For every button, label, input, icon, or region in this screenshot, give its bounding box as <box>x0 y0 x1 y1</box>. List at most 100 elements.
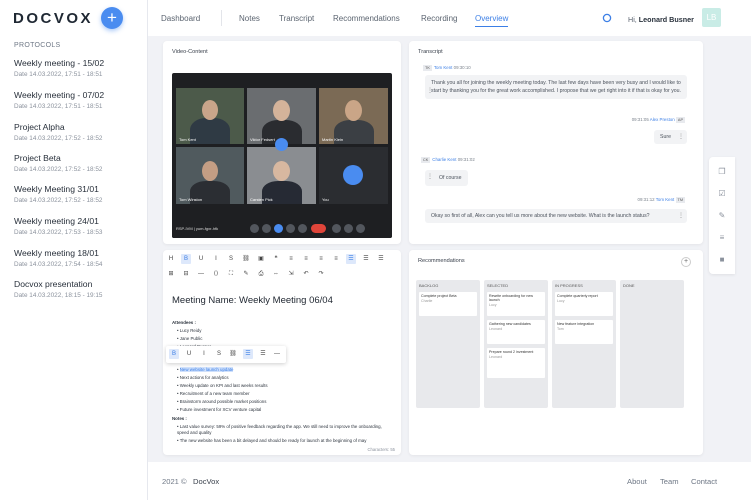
italic-icon[interactable]: I <box>199 349 209 359</box>
protocol-item[interactable]: Weekly Meeting 31/01 Date 14.03.2022, 17:… <box>14 184 102 204</box>
captions-icon[interactable] <box>274 224 283 233</box>
protocol-item[interactable]: Weekly meeting - 07/02 Date 14.03.2022, 1… <box>14 90 104 110</box>
attendee-item: • Jane Public <box>177 336 203 341</box>
redo-icon[interactable]: ↷ <box>316 269 326 279</box>
strikethrough-icon[interactable]: S <box>226 254 236 264</box>
participant-name: Tom Kent <box>179 137 196 142</box>
footer-about-link[interactable]: About <box>627 477 647 486</box>
protocol-item[interactable]: Weekly meeting 18/01 Date 14.03.2022, 17:… <box>14 248 102 268</box>
resize-icon[interactable]: ⇔ <box>271 269 281 279</box>
task-card[interactable]: New feature integration Tom <box>555 320 613 344</box>
numbered-list-icon[interactable]: ☰ <box>258 349 268 359</box>
participant-tile: Tom Kent <box>176 88 244 144</box>
protocol-item[interactable]: Project Alpha Date 14.03.2022, 17:52 - 18… <box>14 122 102 142</box>
pen-icon[interactable]: ✎ <box>241 269 251 279</box>
checkbox-icon[interactable]: ☑ <box>717 189 727 198</box>
copy-icon[interactable]: ❐ <box>717 167 727 176</box>
task-card[interactable]: Gathering new candidates Leonard <box>487 320 545 344</box>
protocol-item[interactable]: Weekly meeting 24/01 Date 14.03.2022, 17:… <box>14 216 102 236</box>
play-icon[interactable] <box>275 138 288 151</box>
agenda-item[interactable]: • New website launch update <box>177 367 234 372</box>
table-settings-icon[interactable]: ⊟ <box>181 269 191 279</box>
code-icon[interactable]: ⟨⟩ <box>211 269 221 279</box>
link-icon[interactable]: ⛓ <box>241 254 251 264</box>
protocol-item[interactable]: Weekly meeting - 15/02 Date 14.03.2022, 1… <box>14 58 104 78</box>
message-menu-icon[interactable]: ⋮ <box>427 173 433 180</box>
task-card[interactable]: Rewrite onboarding for new launch Lucy <box>487 292 545 316</box>
video-icon[interactable]: ■ <box>717 255 727 264</box>
more-icon[interactable] <box>298 224 307 233</box>
participant-tile-self: You <box>319 147 388 204</box>
align-right-icon[interactable]: ≡ <box>316 254 326 264</box>
underline-icon[interactable]: U <box>196 254 206 264</box>
align-center-icon[interactable]: ≡ <box>301 254 311 264</box>
message-menu-icon[interactable]: ⋮ <box>427 87 433 94</box>
image-icon[interactable]: ▣ <box>256 254 266 264</box>
character-count: Characters: 55 <box>367 447 395 452</box>
numbered-list-icon[interactable]: ☰ <box>361 254 371 264</box>
tab-transcript[interactable]: Transcript <box>279 14 314 23</box>
people-icon[interactable] <box>344 224 353 233</box>
video-player[interactable]: Tom Kent Viktor Fedsert Martin Klein Tom… <box>172 73 392 238</box>
heading-icon[interactable]: H <box>166 254 176 264</box>
transcript-card-title: Transcript <box>418 49 443 55</box>
checklist-icon[interactable]: ☰ <box>376 254 386 264</box>
notes-editor-card: H B U I S ⛓ ▣ ❝ ≡ ≡ ≡ ≡ ☰ ☰ ☰ ⊞ ⊟ — ⟨⟩ ⛶… <box>163 250 401 455</box>
search-icon[interactable] <box>602 13 612 23</box>
bold-icon[interactable]: B <box>169 349 179 359</box>
bullet-list-icon[interactable]: ☰ <box>243 349 253 359</box>
add-recommendation-button[interactable]: + <box>681 257 691 267</box>
tab-overview[interactable]: Overview <box>475 14 509 27</box>
attendees-label: Attendees : <box>172 320 196 325</box>
chat-icon[interactable] <box>356 224 365 233</box>
task-card[interactable]: Prepare round 2 investment Leonard <box>487 348 545 378</box>
tab-recommendations[interactable]: Recommendations <box>333 14 400 23</box>
horizontal-rule-icon[interactable]: — <box>196 269 206 279</box>
meeting-name-heading[interactable]: Meeting Name: Weekly Meeting 06/04 <box>172 295 333 306</box>
bold-icon[interactable]: B <box>181 254 191 264</box>
footer-team-link[interactable]: Team <box>660 477 679 486</box>
participant-name: Carsten Pick <box>250 197 273 202</box>
tab-dashboard[interactable]: Dashboard <box>161 14 200 23</box>
task-card[interactable]: Complete project Beta Charlie <box>419 292 477 316</box>
protocol-item[interactable]: Project Beta Date 14.03.2022, 17:52 - 18:… <box>14 153 102 173</box>
footer-brand-link[interactable]: DocVox <box>193 477 219 486</box>
task-card[interactable]: Complete quarterly report Lucy <box>555 292 613 316</box>
recommendations-card: Recommendations + BACKLOG Complete proje… <box>409 250 703 455</box>
strikethrough-icon[interactable]: S <box>214 349 224 359</box>
message-author: 09:31:05 Alex Preston AP <box>631 117 685 123</box>
text-lines-icon[interactable]: ≡ <box>717 233 727 242</box>
export-icon[interactable]: ⇲ <box>286 269 296 279</box>
quote-icon[interactable]: ❝ <box>271 254 281 264</box>
message-menu-icon[interactable]: ⋮ <box>678 133 684 140</box>
table-icon[interactable]: ⊞ <box>166 269 176 279</box>
present-icon[interactable] <box>286 224 295 233</box>
print-icon[interactable]: ⎙ <box>256 269 266 279</box>
tab-recording[interactable]: Recording <box>421 14 457 23</box>
align-left-icon[interactable]: ≡ <box>286 254 296 264</box>
fullscreen-icon[interactable]: ⛶ <box>226 269 236 279</box>
edit-icon[interactable]: ✎ <box>717 211 727 220</box>
horizontal-rule-icon[interactable]: — <box>272 349 282 359</box>
top-navigation: Dashboard Notes Transcript Recommendatio… <box>148 0 751 36</box>
mic-icon[interactable] <box>250 224 259 233</box>
avatar[interactable]: LB <box>702 8 721 27</box>
undo-icon[interactable]: ↶ <box>301 269 311 279</box>
camera-icon[interactable] <box>262 224 271 233</box>
bullet-list-icon[interactable]: ☰ <box>346 254 356 264</box>
kanban-column: BACKLOG Complete project Beta Charlie <box>416 280 480 408</box>
protocol-item[interactable]: Docvox presentation Date 14.03.2022, 18:1… <box>14 279 102 299</box>
app-logo[interactable]: DOCVOX <box>13 10 93 27</box>
underline-icon[interactable]: U <box>184 349 194 359</box>
info-icon[interactable] <box>332 224 341 233</box>
justify-icon[interactable]: ≡ <box>331 254 341 264</box>
message-menu-icon[interactable]: ⋮ <box>678 212 684 219</box>
column-title: BACKLOG <box>419 283 439 288</box>
video-card-title: Video-Content <box>172 49 208 55</box>
hang-up-button[interactable] <box>311 224 326 233</box>
tab-notes[interactable]: Notes <box>239 14 260 23</box>
italic-icon[interactable]: I <box>211 254 221 264</box>
footer-contact-link[interactable]: Contact <box>691 477 717 486</box>
add-protocol-button[interactable]: + <box>101 7 123 29</box>
link-icon[interactable]: ⛓ <box>228 349 238 359</box>
